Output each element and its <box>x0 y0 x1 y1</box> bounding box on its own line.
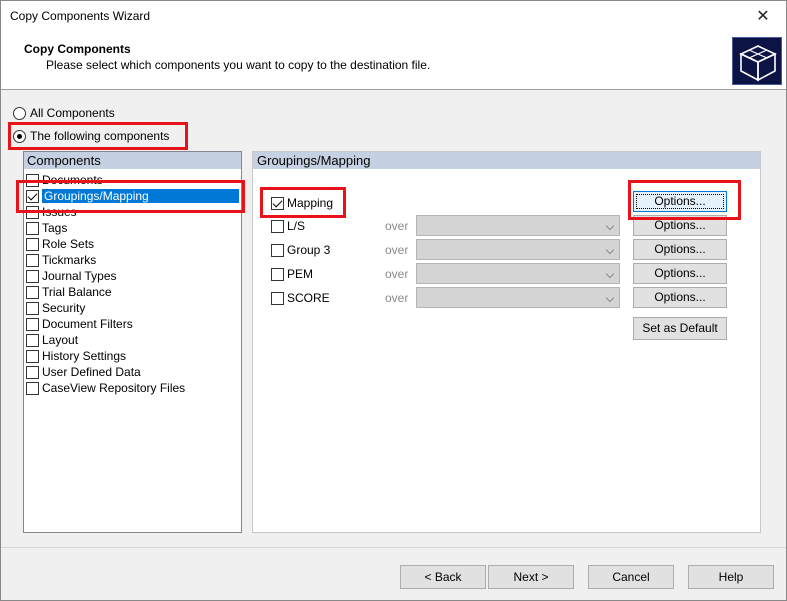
footer-divider <box>1 547 786 548</box>
component-label: Issues <box>42 205 77 219</box>
component-item-tags[interactable]: Tags <box>26 220 67 236</box>
component-item-caseview-repository-files[interactable]: CaseView Repository Files <box>26 380 185 396</box>
grouping-checkbox[interactable] <box>271 291 284 305</box>
component-checkbox[interactable] <box>26 381 39 395</box>
component-item-document-filters[interactable]: Document Filters <box>26 316 133 332</box>
page-subtitle: Please select which components you want … <box>46 58 431 72</box>
grouping-row-ls[interactable]: L/S <box>271 217 305 235</box>
component-checkbox[interactable] <box>26 189 39 203</box>
ls-over-dropdown[interactable] <box>416 215 620 236</box>
radio-all-components-button[interactable] <box>13 106 26 120</box>
component-checkbox[interactable] <box>26 333 39 347</box>
component-item-trial-balance[interactable]: Trial Balance <box>26 284 112 300</box>
component-label: Tags <box>42 221 68 235</box>
component-label: Documents <box>42 173 103 187</box>
wizard-header: Copy Components Please select which comp… <box>1 32 786 90</box>
group3-over-dropdown[interactable] <box>416 239 620 260</box>
grouping-row-mapping[interactable]: Mapping <box>271 194 333 212</box>
component-checkbox[interactable] <box>26 221 39 235</box>
component-label: Tickmarks <box>42 253 97 267</box>
page-title: Copy Components <box>24 42 131 56</box>
grouping-checkbox[interactable] <box>271 196 284 210</box>
score-over-dropdown[interactable] <box>416 287 620 308</box>
component-item-history-settings[interactable]: History Settings <box>26 348 126 364</box>
component-label: Layout <box>42 333 79 347</box>
over-label: over <box>385 243 409 257</box>
component-label: History Settings <box>42 349 127 363</box>
component-checkbox[interactable] <box>26 365 39 379</box>
radio-following-components[interactable]: The following components <box>13 127 169 145</box>
mapping-options-button[interactable]: Options... <box>633 191 727 212</box>
next-button[interactable]: Next > <box>488 565 574 589</box>
score-options-button[interactable]: Options... <box>633 287 727 308</box>
grouping-label: SCORE <box>287 291 330 305</box>
component-checkbox[interactable] <box>26 317 39 331</box>
grouping-checkbox[interactable] <box>271 219 284 233</box>
grouping-label: Group 3 <box>287 243 331 257</box>
grouping-checkbox[interactable] <box>271 243 284 257</box>
component-item-groupings-mapping[interactable]: Groupings/Mapping <box>26 188 239 204</box>
cancel-button[interactable]: Cancel <box>588 565 674 589</box>
pem-over-dropdown[interactable] <box>416 263 620 284</box>
component-label: CaseView Repository Files <box>42 381 186 395</box>
over-label: over <box>385 219 409 233</box>
radio-all-components[interactable]: All Components <box>13 104 115 122</box>
radio-all-components-label: All Components <box>30 106 115 120</box>
pem-options-button[interactable]: Options... <box>633 263 727 284</box>
group3-options-button[interactable]: Options... <box>633 239 727 260</box>
component-checkbox[interactable] <box>26 237 39 251</box>
component-item-issues[interactable]: Issues <box>26 204 77 220</box>
component-checkbox[interactable] <box>26 205 39 219</box>
component-label: Role Sets <box>42 237 95 251</box>
components-list-panel: Components Documents Groupings/Mapping I… <box>23 151 242 533</box>
component-checkbox[interactable] <box>26 269 39 283</box>
radio-following-components-button[interactable] <box>13 129 26 143</box>
over-label: over <box>385 267 409 281</box>
title-bar: Copy Components Wizard ✕ <box>1 1 786 32</box>
grouping-row-group3[interactable]: Group 3 <box>271 241 330 259</box>
radio-following-components-label: The following components <box>30 129 170 143</box>
component-label: Security <box>42 301 86 315</box>
grouping-label: PEM <box>287 267 314 281</box>
component-item-tickmarks[interactable]: Tickmarks <box>26 252 96 268</box>
component-label: User Defined Data <box>42 365 141 379</box>
back-button[interactable]: < Back <box>400 565 486 589</box>
ls-options-button[interactable]: Options... <box>633 215 727 236</box>
over-label: over <box>385 291 409 305</box>
set-as-default-button[interactable]: Set as Default <box>633 317 727 340</box>
component-item-role-sets[interactable]: Role Sets <box>26 236 94 252</box>
component-checkbox[interactable] <box>26 253 39 267</box>
component-item-layout[interactable]: Layout <box>26 332 78 348</box>
component-checkbox[interactable] <box>26 349 39 363</box>
component-item-documents[interactable]: Documents <box>26 172 103 188</box>
component-label: Trial Balance <box>42 285 112 299</box>
component-checkbox[interactable] <box>26 285 39 299</box>
window-title: Copy Components Wizard <box>10 9 151 23</box>
component-checkbox[interactable] <box>26 301 39 315</box>
grouping-row-score[interactable]: SCORE <box>271 289 330 307</box>
component-item-security[interactable]: Security <box>26 300 85 316</box>
grouping-label: L/S <box>287 219 306 233</box>
grouping-label: Mapping <box>287 196 334 210</box>
copy-components-wizard-window: Copy Components Wizard ✕ Copy Components… <box>0 0 787 601</box>
component-checkbox[interactable] <box>26 173 39 187</box>
grouping-row-pem[interactable]: PEM <box>271 265 313 283</box>
close-icon[interactable]: ✕ <box>740 1 786 32</box>
component-item-journal-types[interactable]: Journal Types <box>26 268 117 284</box>
groupings-mapping-panel: Groupings/Mapping Mapping Options... L/S… <box>252 151 761 533</box>
component-label: Journal Types <box>42 269 117 283</box>
component-item-user-defined-data[interactable]: User Defined Data <box>26 364 141 380</box>
help-button[interactable]: Help <box>688 565 774 589</box>
wizard-logo-icon <box>732 37 782 85</box>
component-label: Document Filters <box>42 317 133 331</box>
groupings-mapping-header: Groupings/Mapping <box>253 152 760 169</box>
grouping-checkbox[interactable] <box>271 267 284 281</box>
components-list-header: Components <box>24 152 241 169</box>
component-label: Groupings/Mapping <box>42 189 239 203</box>
